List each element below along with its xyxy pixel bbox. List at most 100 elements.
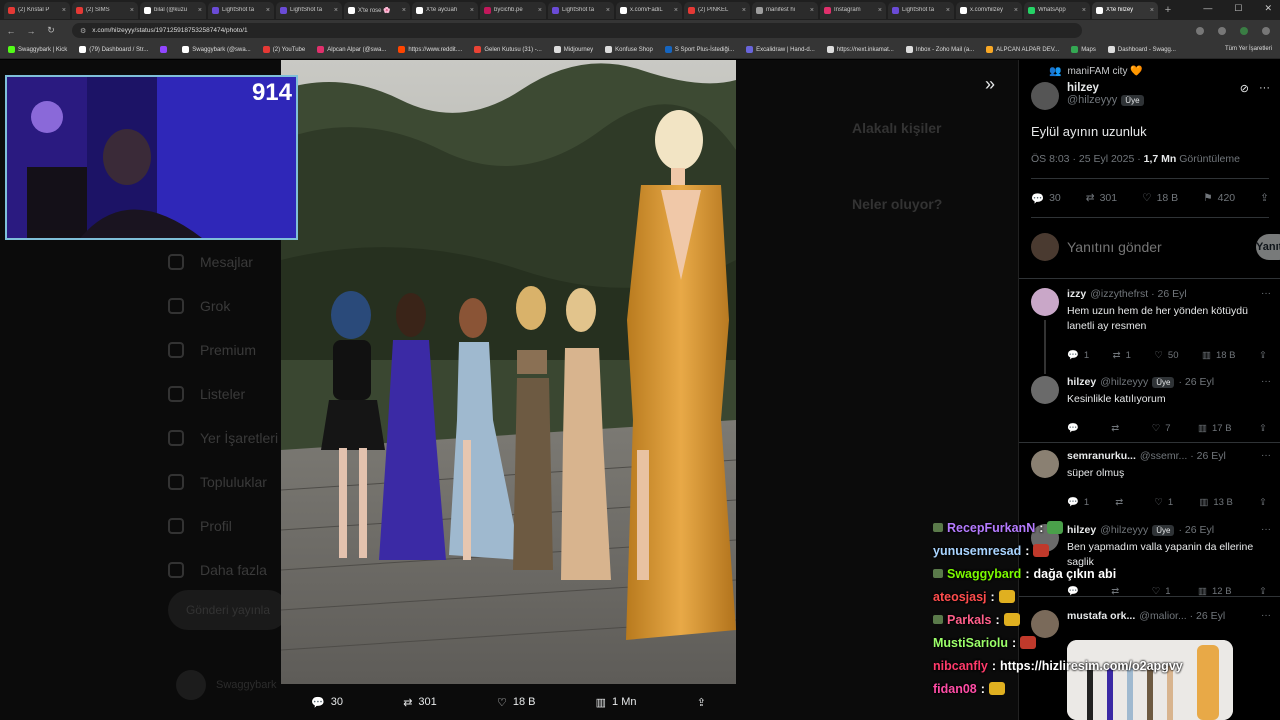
bookmark-item[interactable]: https://next.inkamat... xyxy=(826,46,894,53)
browser-tab[interactable]: (2) SIMS × xyxy=(72,1,138,19)
reply-views-button[interactable]: ▥ 18 B xyxy=(1202,350,1236,361)
bookmark-item[interactable]: Gelen Kutusu (31) -... xyxy=(474,46,542,53)
reply-reply-button[interactable]: 💬 xyxy=(1067,423,1084,434)
tab-close-icon[interactable]: × xyxy=(742,7,746,14)
browser-tab[interactable]: bilal (@kuzu × xyxy=(140,1,206,19)
browser-tab[interactable]: Instagram × xyxy=(820,1,886,19)
tweet-share-button[interactable]: ⇪ xyxy=(1260,192,1269,204)
tweet-reply-button[interactable]: 💬 30 xyxy=(1031,192,1061,205)
reply-item[interactable]: hilzey @hilzeyyy Üye · 26 Eyl ··· Kesinlikle … xyxy=(1019,376,1280,456)
browser-tab[interactable]: manifest hi × xyxy=(752,1,818,19)
minimize-icon[interactable]: — xyxy=(1203,3,1212,14)
browser-tab[interactable]: LightShot ta × xyxy=(276,1,342,19)
reply-like-button[interactable]: ♡ 50 xyxy=(1154,350,1178,361)
expand-chevrons-icon[interactable]: » xyxy=(985,74,995,95)
tweet-repost-button[interactable]: ⇄ 301 xyxy=(1086,192,1117,204)
bookmark-item[interactable]: ALPCAN ALPAR DEV... xyxy=(986,46,1059,53)
browser-tab[interactable]: LightShot ta × xyxy=(208,1,274,19)
tab-close-icon[interactable]: × xyxy=(810,7,814,14)
tweet-author[interactable]: hilzey @hilzeyyy Üye xyxy=(1031,82,1144,110)
more-icon[interactable]: ··· xyxy=(1261,450,1271,461)
tweet-like-button[interactable]: ♡ 18 B xyxy=(1142,192,1178,204)
browser-tab[interactable]: (2) Kristal P × xyxy=(4,1,70,19)
browser-tab[interactable]: X'te rose 🌸 × xyxy=(344,1,410,19)
more-icon[interactable]: ··· xyxy=(1261,288,1271,299)
post-photo[interactable] xyxy=(281,60,736,684)
tab-close-icon[interactable]: × xyxy=(538,7,542,14)
tab-close-icon[interactable]: × xyxy=(130,7,134,14)
site-info-icon[interactable]: ⚙ xyxy=(80,27,86,35)
reply-author-name[interactable]: hilzey xyxy=(1067,376,1096,388)
reply-item[interactable]: izzy @izzythefrst · 26 Eyl ··· Hem uzun hem… xyxy=(1031,288,1271,374)
browser-tab[interactable]: (2) PINKEL × xyxy=(684,1,750,19)
maximize-icon[interactable]: ☐ xyxy=(1234,3,1242,14)
reply-views-button[interactable]: ▥ 17 B xyxy=(1198,423,1232,434)
bookmark-item[interactable]: Maps xyxy=(1071,46,1096,53)
tab-close-icon[interactable]: × xyxy=(62,7,66,14)
close-window-icon[interactable]: ✕ xyxy=(1264,3,1272,14)
tab-close-icon[interactable]: × xyxy=(878,7,882,14)
reply-reply-button[interactable]: 💬 1 xyxy=(1067,497,1089,508)
browser-tab[interactable]: x.com/FadiL × xyxy=(616,1,682,19)
share-icon[interactable]: ⇪ xyxy=(1259,350,1267,361)
tab-close-icon[interactable]: × xyxy=(674,7,678,14)
bookmark-item[interactable]: (79) Dashboard / Str... xyxy=(79,46,148,53)
reply-author-name[interactable]: izzy xyxy=(1067,288,1086,300)
all-bookmarks-link[interactable]: Tüm Yer İşaretleri xyxy=(1225,46,1272,52)
download-icon[interactable] xyxy=(1218,26,1226,35)
tab-close-icon[interactable]: × xyxy=(946,7,950,14)
reply-avatar[interactable] xyxy=(1031,288,1059,316)
reply-like-button[interactable]: ♡ 7 xyxy=(1152,423,1171,434)
share-icon[interactable]: ⇪ xyxy=(1259,423,1267,434)
back-icon[interactable]: ← xyxy=(6,26,16,36)
tab-close-icon[interactable]: × xyxy=(1082,7,1086,14)
bookmark-item[interactable]: Swaggybark (@swa... xyxy=(182,46,251,53)
reply-repost-button[interactable]: ⇄ 1 xyxy=(1113,350,1131,361)
browser-tab[interactable]: bycichb.pe × xyxy=(480,1,546,19)
bookmark-item[interactable]: Dashboard - Swagg... xyxy=(1107,46,1176,53)
browser-tab[interactable]: X'te aycuah × xyxy=(412,1,478,19)
browser-tab[interactable]: X'te hilzey × xyxy=(1092,1,1158,19)
new-tab-icon[interactable]: + xyxy=(1160,2,1176,18)
reply-repost-button[interactable]: ⇄ xyxy=(1111,423,1124,434)
bookmark-item[interactable]: Konfuse Shop xyxy=(605,46,653,53)
browser-tab[interactable]: LightShot ta × xyxy=(888,1,954,19)
reply-reply-button[interactable]: 💬 1 xyxy=(1067,350,1089,361)
bookmark-item[interactable] xyxy=(160,46,170,53)
url-field[interactable]: ⚙ x.com/hilzeyyy/status/1971259187532587… xyxy=(72,23,1082,38)
tab-close-icon[interactable]: × xyxy=(1014,7,1018,14)
menu-icon[interactable] xyxy=(1262,26,1270,35)
share-action[interactable]: ⇪ xyxy=(697,696,706,709)
bookmark-item[interactable]: (2) YouTube xyxy=(262,46,305,53)
community-label[interactable]: 👥 maniFAM city 🧡 xyxy=(1049,66,1143,77)
bookmark-item[interactable]: Inbox - Zoho Mail (a... xyxy=(905,46,974,53)
reply-like-button[interactable]: ♡ 1 xyxy=(1154,497,1173,508)
reply-avatar[interactable] xyxy=(1031,376,1059,404)
reply-avatar[interactable] xyxy=(1031,450,1059,478)
reply-repost-button[interactable]: ⇄ xyxy=(1115,497,1128,508)
tab-close-icon[interactable]: × xyxy=(198,7,202,14)
more-icon[interactable]: ··· xyxy=(1259,82,1270,95)
browser-tab[interactable]: LightShot ta × xyxy=(548,1,614,19)
browser-tab[interactable]: x.com/hilzey × xyxy=(956,1,1022,19)
like-action[interactable]: ♡ 18 B xyxy=(497,696,536,709)
bookmark-item[interactable]: Midjourney xyxy=(553,46,593,53)
tab-close-icon[interactable]: × xyxy=(1150,7,1154,14)
reply-input[interactable] xyxy=(1067,239,1248,255)
more-icon[interactable]: ··· xyxy=(1261,524,1271,535)
share-icon[interactable]: ⇪ xyxy=(1259,497,1267,508)
reply-action[interactable]: 💬 30 xyxy=(311,696,343,709)
reply-views-button[interactable]: ▥ 13 B xyxy=(1199,497,1233,508)
author-avatar[interactable] xyxy=(1031,82,1059,110)
tab-close-icon[interactable]: × xyxy=(266,7,270,14)
bookmark-item[interactable]: Swaggybark | Kick xyxy=(8,46,67,53)
profile-icon[interactable] xyxy=(1240,26,1248,35)
views-action[interactable]: ▥ 1 Mn xyxy=(596,696,637,709)
tab-close-icon[interactable]: × xyxy=(470,7,474,14)
browser-tab[interactable]: WhatsApp × xyxy=(1024,1,1090,19)
more-icon[interactable]: ··· xyxy=(1261,610,1271,621)
reload-icon[interactable]: ↻ xyxy=(46,25,56,36)
repost-action[interactable]: ⇄ 301 xyxy=(403,696,437,709)
bookmark-item[interactable]: Excalidraw | Hand-d... xyxy=(746,46,815,53)
tweet-bookmark-button[interactable]: ⚑ 420 xyxy=(1203,192,1235,204)
